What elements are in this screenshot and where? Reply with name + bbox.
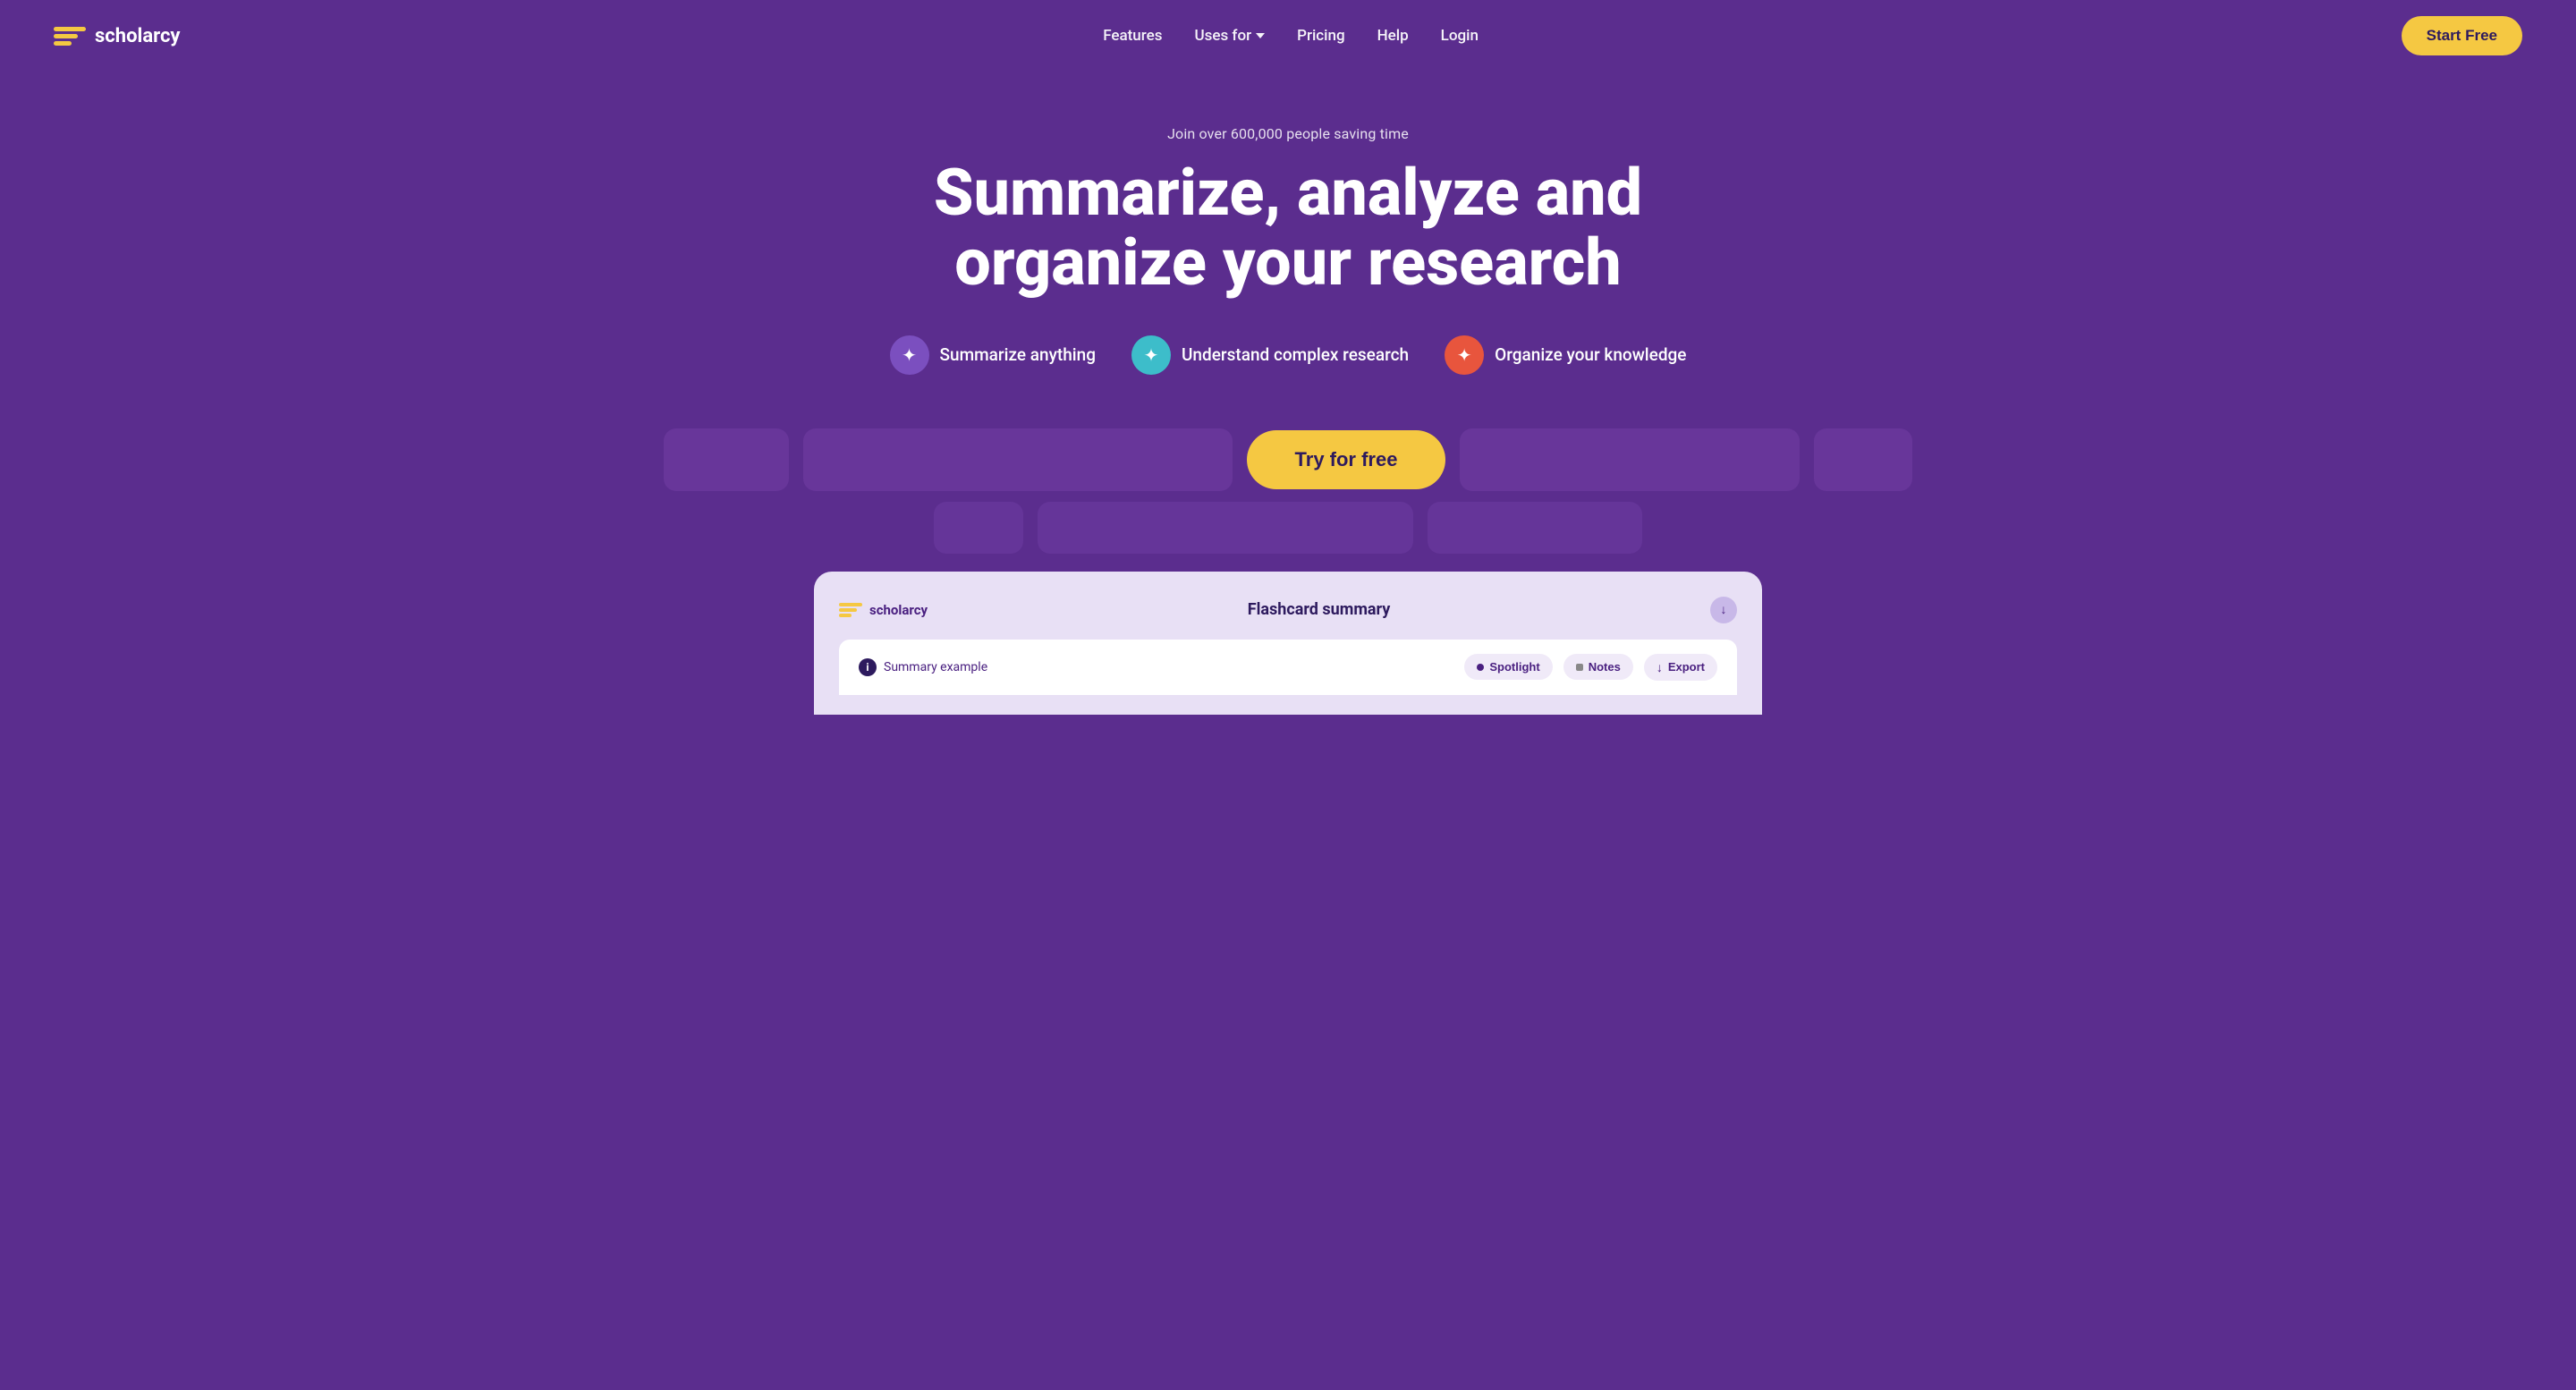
hero-section: Join over 600,000 people saving time Sum… bbox=[0, 72, 2576, 715]
uses-for-link[interactable]: Uses for bbox=[1194, 27, 1265, 45]
export-button[interactable]: ↓ Export bbox=[1644, 654, 1717, 681]
app-preview-title: Flashcard summary bbox=[1248, 600, 1391, 619]
app-preview-header: scholarcy Flashcard summary ↓ bbox=[839, 597, 1737, 623]
search-bar-far-right bbox=[1814, 428, 1912, 491]
login-link[interactable]: Login bbox=[1441, 27, 1479, 45]
logo-icon bbox=[54, 20, 86, 52]
logo-bar-1 bbox=[54, 27, 86, 31]
summarize-icon: ✦ bbox=[890, 335, 929, 375]
info-icon: i bbox=[859, 658, 877, 676]
logo-text: scholarcy bbox=[95, 25, 181, 47]
bar-3 bbox=[1428, 502, 1642, 554]
spotlight-button[interactable]: Spotlight bbox=[1464, 654, 1552, 680]
app-logo-text: scholarcy bbox=[869, 602, 928, 618]
bar-row bbox=[36, 491, 2540, 554]
app-preview-body: i Summary example Spotlight Notes ↓ Expo… bbox=[839, 640, 1737, 695]
search-bar-left bbox=[664, 428, 789, 491]
start-free-button[interactable]: Start Free bbox=[2402, 16, 2522, 55]
app-download-button[interactable]: ↓ bbox=[1710, 597, 1737, 623]
nav-item-login[interactable]: Login bbox=[1441, 27, 1479, 45]
hero-subtext: Join over 600,000 people saving time bbox=[36, 125, 2540, 142]
app-preview-card: scholarcy Flashcard summary ↓ i Summary … bbox=[814, 572, 1762, 715]
search-bar-main[interactable] bbox=[803, 428, 1233, 491]
nav-item-uses-for[interactable]: Uses for bbox=[1194, 27, 1265, 45]
features-link[interactable]: Features bbox=[1103, 27, 1162, 45]
feature-pills: ✦ Summarize anything ✦ Understand comple… bbox=[36, 335, 2540, 375]
bar-1 bbox=[934, 502, 1023, 554]
spotlight-icon bbox=[1477, 664, 1484, 671]
help-link[interactable]: Help bbox=[1377, 27, 1409, 45]
chevron-down-icon bbox=[1256, 33, 1265, 38]
app-preview-right: Spotlight Notes ↓ Export bbox=[1464, 654, 1717, 681]
logo[interactable]: scholarcy bbox=[54, 20, 181, 52]
pricing-link[interactable]: Pricing bbox=[1297, 27, 1345, 45]
nav-links: Features Uses for Pricing Help Login bbox=[1103, 27, 1479, 45]
pill-understand: ✦ Understand complex research bbox=[1131, 335, 1409, 375]
try-free-button[interactable]: Try for free bbox=[1247, 430, 1446, 489]
nav-item-features[interactable]: Features bbox=[1103, 27, 1162, 45]
search-bar-right bbox=[1460, 428, 1800, 491]
organize-icon: ✦ bbox=[1445, 335, 1484, 375]
app-preview-left: i Summary example bbox=[859, 658, 987, 676]
search-section: Try for free bbox=[36, 428, 2540, 491]
nav-item-pricing[interactable]: Pricing bbox=[1297, 27, 1345, 45]
app-logo-icon bbox=[839, 598, 862, 622]
app-preview-logo: scholarcy bbox=[839, 598, 928, 622]
hero-title: Summarize, analyze and organize your res… bbox=[886, 158, 1690, 298]
understand-icon: ✦ bbox=[1131, 335, 1171, 375]
download-icon: ↓ bbox=[1721, 602, 1727, 617]
pill-summarize: ✦ Summarize anything bbox=[890, 335, 1096, 375]
export-icon: ↓ bbox=[1657, 660, 1663, 674]
notes-icon bbox=[1576, 664, 1583, 671]
logo-bar-3 bbox=[54, 41, 72, 46]
pill-organize: ✦ Organize your knowledge bbox=[1445, 335, 1686, 375]
bar-2 bbox=[1038, 502, 1413, 554]
notes-button[interactable]: Notes bbox=[1563, 654, 1633, 680]
navbar: scholarcy Features Uses for Pricing Help… bbox=[0, 0, 2576, 72]
logo-bar-2 bbox=[54, 34, 78, 38]
nav-item-help[interactable]: Help bbox=[1377, 27, 1409, 45]
